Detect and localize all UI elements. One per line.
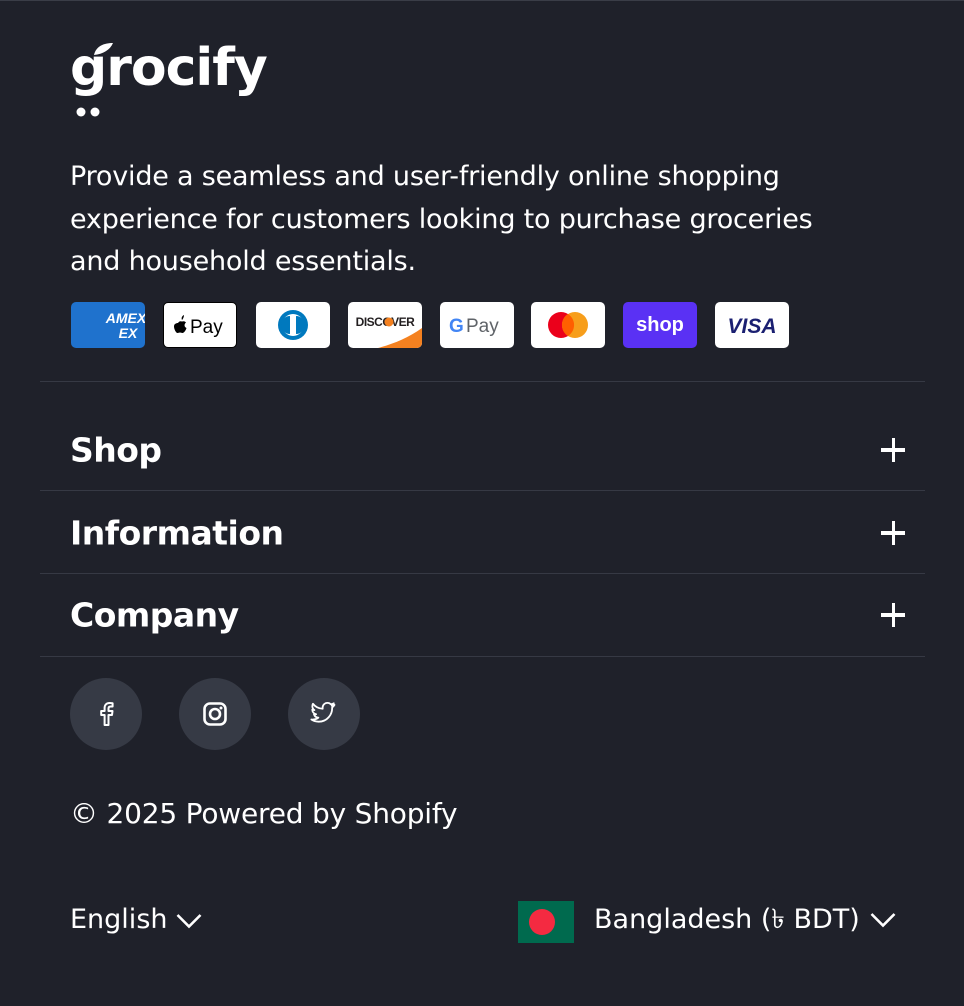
accordion-title: Information bbox=[70, 513, 284, 553]
divider bbox=[40, 490, 925, 491]
grocify-logo[interactable]: grocify bbox=[70, 38, 280, 122]
accordion-title: Company bbox=[70, 595, 239, 635]
cart-wheels-icon bbox=[76, 107, 100, 117]
chevron-down-icon bbox=[176, 913, 201, 928]
svg-text:EX: EX bbox=[119, 325, 139, 341]
svg-text:Pay: Pay bbox=[466, 316, 499, 337]
country-label: Bangladesh (৳ BDT) bbox=[594, 904, 860, 935]
facebook-link[interactable] bbox=[70, 678, 142, 750]
chevron-down-icon bbox=[870, 913, 896, 928]
google-pay-icon: G Pay bbox=[440, 302, 514, 348]
mastercard-icon bbox=[531, 302, 605, 348]
visa-icon: VISA bbox=[715, 302, 789, 348]
svg-text:Pay: Pay bbox=[190, 317, 223, 338]
twitter-link[interactable] bbox=[288, 678, 360, 750]
divider bbox=[40, 381, 925, 382]
plus-icon[interactable] bbox=[881, 520, 907, 546]
plus-icon[interactable] bbox=[881, 602, 907, 628]
svg-text:shop: shop bbox=[636, 314, 684, 336]
shop-pay-icon: shop bbox=[623, 302, 697, 348]
facebook-icon bbox=[100, 702, 114, 726]
leaf-icon bbox=[94, 43, 113, 55]
payment-methods: AMEX EX Pay DISCOVER G Pay bbox=[71, 302, 791, 349]
accordion-shop[interactable]: Shop bbox=[40, 409, 925, 491]
accordion-company[interactable]: Company bbox=[40, 574, 925, 656]
footer-description: Provide a seamless and user-friendly onl… bbox=[70, 161, 813, 277]
amex-icon: AMEX EX bbox=[71, 302, 145, 348]
accordion-information[interactable]: Information bbox=[40, 492, 925, 574]
language-label: English bbox=[70, 904, 168, 935]
svg-text:G: G bbox=[449, 316, 464, 337]
copyright-text: © 2025 Powered by Shopify bbox=[70, 797, 458, 830]
accordion-title: Shop bbox=[70, 430, 162, 470]
svg-text:AMEX: AMEX bbox=[105, 310, 145, 326]
apple-pay-icon: Pay bbox=[163, 302, 237, 348]
language-selector[interactable]: English bbox=[70, 900, 202, 940]
instagram-icon bbox=[203, 702, 227, 726]
top-border bbox=[0, 0, 964, 1]
plus-icon[interactable] bbox=[881, 437, 907, 463]
twitter-icon bbox=[310, 701, 336, 723]
divider bbox=[40, 656, 925, 657]
discover-icon: DISCOVER bbox=[348, 302, 422, 348]
bangladesh-flag-icon bbox=[518, 901, 574, 943]
svg-text:VISA: VISA bbox=[727, 315, 776, 338]
instagram-link[interactable] bbox=[179, 678, 251, 750]
diners-club-icon bbox=[256, 302, 330, 348]
